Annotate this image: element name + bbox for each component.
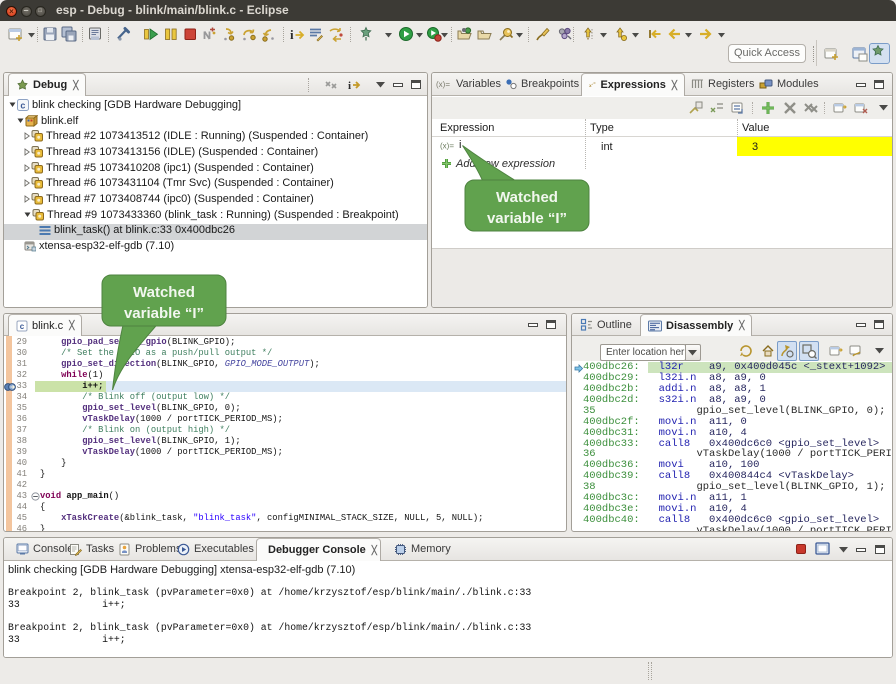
svg-text:Watched: Watched	[496, 189, 558, 206]
svg-text:variable “I”: variable “I”	[124, 305, 204, 322]
svg-text:Watched: Watched	[133, 284, 195, 301]
svg-text:variable “I”: variable “I”	[487, 210, 567, 227]
